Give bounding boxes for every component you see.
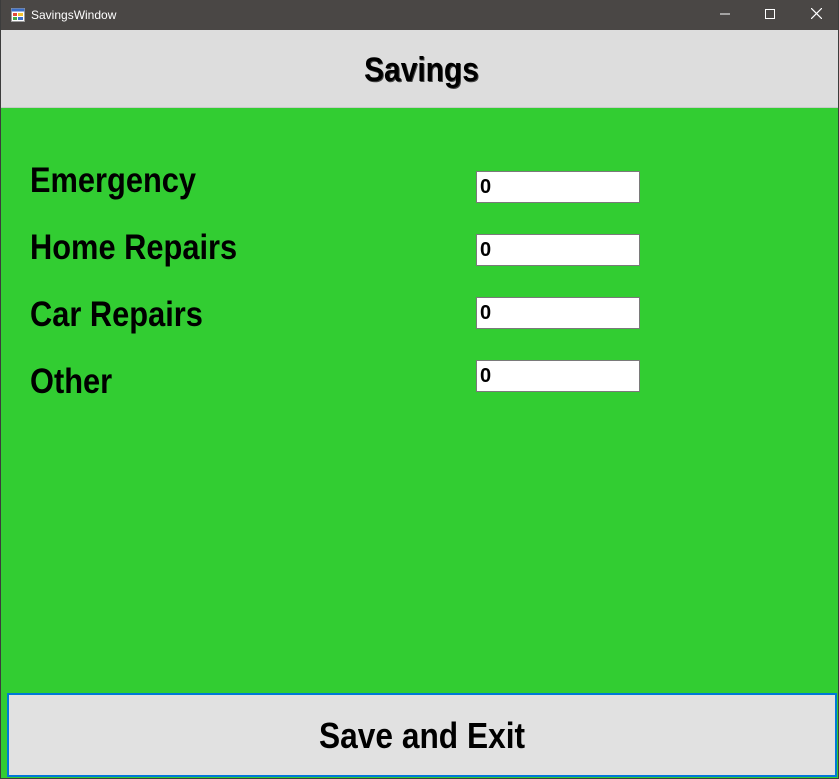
- page-title: Savings: [364, 51, 479, 89]
- minimize-icon: [720, 8, 730, 22]
- window-title: SavingsWindow: [31, 8, 117, 22]
- emergency-label: Emergency: [30, 161, 197, 200]
- app-window-icon: [11, 8, 25, 22]
- close-button[interactable]: [793, 0, 839, 30]
- title-bar[interactable]: SavingsWindow: [1, 0, 838, 30]
- save-and-exit-button[interactable]: Save and Exit: [7, 693, 837, 777]
- home-repairs-label: Home Repairs: [30, 228, 238, 267]
- savings-window: SavingsWindow Savings Emergency Home Rep…: [0, 0, 839, 779]
- other-input[interactable]: [476, 360, 640, 392]
- minimize-button[interactable]: [702, 0, 748, 30]
- maximize-button[interactable]: [747, 0, 793, 30]
- header-panel: Savings: [1, 30, 838, 108]
- close-icon: [810, 7, 822, 22]
- home-repairs-input[interactable]: [476, 234, 640, 266]
- car-repairs-label: Car Repairs: [30, 295, 203, 334]
- save-and-exit-label: Save and Exit: [318, 715, 526, 756]
- maximize-icon: [765, 8, 775, 22]
- emergency-input[interactable]: [476, 171, 640, 203]
- car-repairs-input[interactable]: [476, 297, 640, 329]
- other-label: Other: [30, 362, 113, 401]
